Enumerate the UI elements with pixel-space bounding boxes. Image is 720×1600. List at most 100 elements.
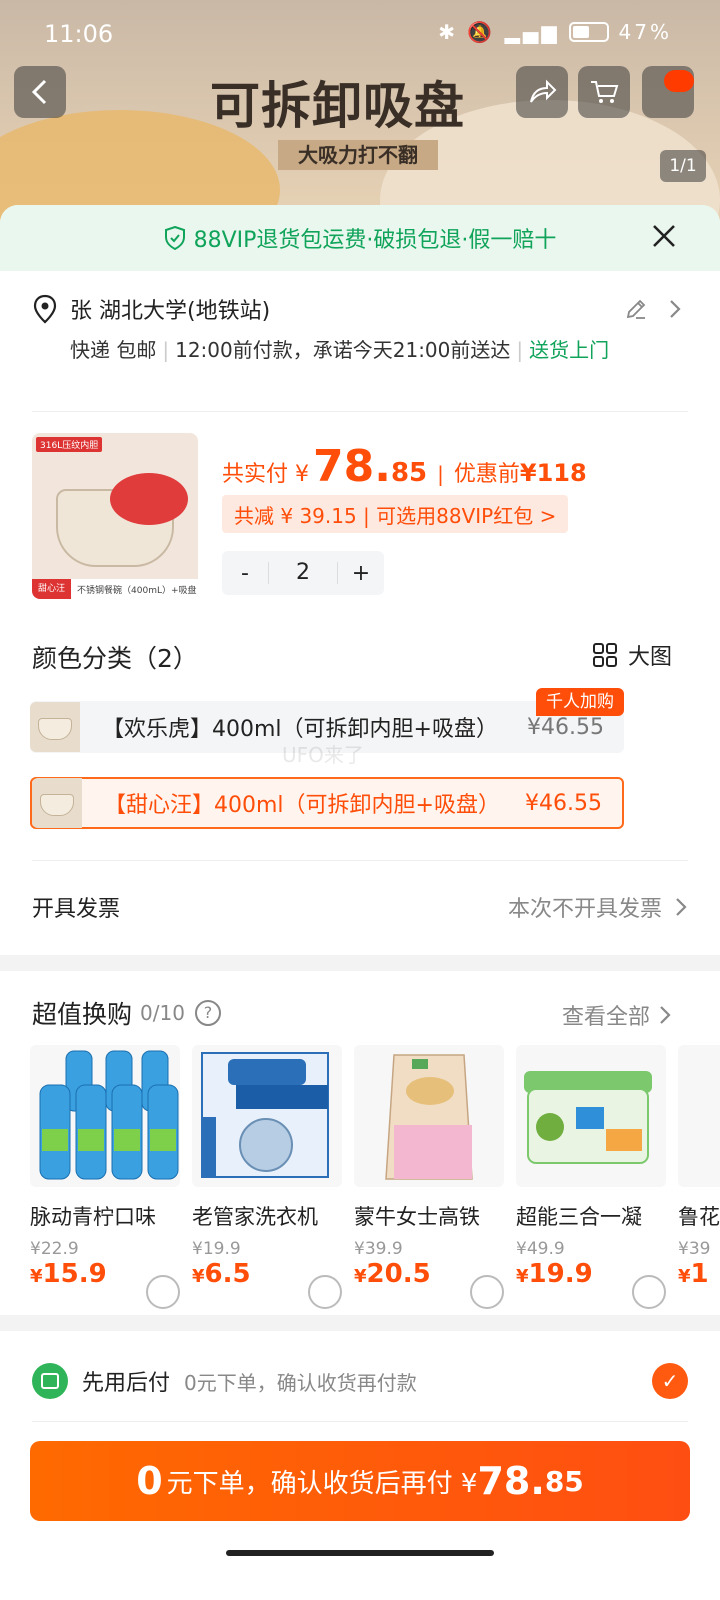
decrease-button[interactable]: -	[222, 561, 268, 586]
signal-icon: ▂▄▆	[504, 20, 560, 44]
deal-original-price: ¥39	[678, 1239, 711, 1259]
back-button[interactable]	[14, 66, 66, 118]
price-integer: 78.	[313, 441, 391, 492]
cart-button[interactable]	[578, 66, 630, 118]
price-decimal: 85	[390, 458, 428, 488]
divider	[32, 1421, 688, 1422]
option-price: ¥46.55	[525, 790, 602, 816]
deal-price: ¥1	[678, 1259, 720, 1289]
pay-later-row[interactable]: 先用后付 0元下单，确认收货再付款 ✓	[32, 1361, 688, 1401]
edit-icon[interactable]	[624, 297, 648, 321]
divider	[32, 860, 688, 861]
chevron-right-icon	[660, 1006, 671, 1024]
status-time: 11:06	[44, 20, 114, 48]
view-all-label: 查看全部	[561, 1005, 650, 1030]
mute-icon: 🔕	[467, 20, 496, 44]
deal-image-cleaner	[192, 1045, 342, 1187]
battery-percent: 47%	[618, 20, 672, 44]
deal-item[interactable]: 超能三合一凝 ¥49.9 ¥19.9	[516, 1045, 666, 1309]
quantity-value[interactable]: 2	[268, 562, 338, 584]
pay-label: 共实付 ¥	[222, 462, 309, 487]
location-pin-icon	[33, 294, 57, 324]
big-image-label: 大图	[627, 645, 672, 670]
bluetooth-icon: ✱	[438, 20, 459, 44]
discount-tag[interactable]: 共减 ¥ 39.15 | 可选用88VIP红包 >	[222, 495, 569, 533]
color-section-title: 颜色分类（2）	[32, 644, 198, 673]
status-icons: ✱ 🔕 ▂▄▆ 47%	[438, 20, 672, 44]
shield-check-icon	[164, 226, 185, 250]
help-icon[interactable]: ?	[194, 1000, 221, 1026]
pay-later-title: 先用后付	[82, 1371, 171, 1396]
home-indicator[interactable]	[226, 1550, 494, 1556]
big-image-toggle[interactable]: 大图	[592, 639, 672, 671]
chevron-right-icon	[676, 898, 687, 916]
divider	[32, 411, 688, 412]
deal-original-price: ¥22.9	[30, 1239, 79, 1259]
chevron-right-icon[interactable]	[668, 297, 682, 321]
deal-item[interactable]: 老管家洗衣机 ¥19.9 ¥6.5	[192, 1045, 342, 1309]
deals-count: 0/10	[140, 1001, 185, 1025]
invoice-value: 本次不开具发票	[507, 897, 662, 922]
shipping-method: 快递 包邮	[70, 338, 157, 362]
delivery-promise: 12:00前付款，承诺今天21:00前送达	[175, 338, 511, 362]
deal-original-price: ¥49.9	[516, 1239, 565, 1259]
deals-title: 超值换购	[32, 1000, 133, 1029]
deal-select-radio[interactable]	[632, 1275, 666, 1309]
cta-amount-decimal: 85	[544, 1464, 584, 1498]
currency: ¥	[192, 1266, 205, 1287]
deal-price-value: 19.9	[528, 1259, 593, 1289]
deal-price-value: 6.5	[204, 1259, 251, 1289]
deal-name: 老管家洗衣机	[192, 1205, 318, 1229]
option-price: ¥46.55	[527, 714, 604, 740]
product-thumbnail[interactable]: 316L压纹内胆 甜心汪 不锈钢餐碗（400mL）+吸盘	[32, 433, 198, 599]
deal-select-radio[interactable]	[470, 1275, 504, 1309]
invoice-row[interactable]: 开具发票 本次不开具发票	[32, 885, 688, 929]
deal-image-oil	[678, 1045, 720, 1187]
deal-image-milk-powder	[354, 1045, 504, 1187]
currency: ¥	[354, 1266, 367, 1287]
place-order-button[interactable]: 0 元下单，确认收货后再付 ¥ 78. 85	[30, 1441, 690, 1521]
deal-name: 超能三合一凝	[516, 1205, 642, 1229]
deal-price-value: 20.5	[366, 1259, 431, 1289]
vip-guarantee-bar: 88VIP退货包运费·破损包退·假一赔十	[0, 205, 720, 271]
deal-item[interactable]: 蒙牛女士高铁 ¥39.9 ¥20.5	[354, 1045, 504, 1309]
deal-name: 鲁花	[678, 1205, 720, 1229]
cta-zero: 0	[136, 1459, 163, 1503]
deal-price-value: 1	[690, 1259, 709, 1289]
cart-icon	[591, 81, 619, 103]
before-price: ¥118	[519, 459, 587, 487]
pay-later-subtitle: 0元下单，确认收货再付款	[184, 1370, 417, 1395]
purchase-sheet: 88VIP退货包运费·破损包退·假一赔十 张 湖北大学(地铁站) 快递 包邮 | 1…	[0, 205, 720, 1600]
grid-icon	[592, 643, 617, 667]
status-bar: 11:06 ✱ 🔕 ▂▄▆ 47%	[0, 0, 720, 66]
hero-title: 可拆卸吸盘	[210, 77, 465, 135]
view-all-link[interactable]: 查看全部	[562, 999, 672, 1031]
color-option-dog-selected[interactable]: 【甜心汪】400ml（可拆卸内胆+吸盘） ¥46.55	[30, 777, 624, 829]
address-name: 张 湖北大学(地铁站)	[70, 299, 271, 324]
chevron-left-icon	[31, 79, 47, 105]
before-label: 优惠前	[453, 462, 520, 487]
currency: ¥	[678, 1266, 691, 1287]
notification-badge	[664, 70, 694, 92]
deal-original-price: ¥39.9	[354, 1239, 403, 1259]
wallet-icon	[32, 1363, 68, 1399]
currency: ¥	[30, 1266, 43, 1287]
deal-select-radio[interactable]	[146, 1275, 180, 1309]
share-button[interactable]	[516, 66, 568, 118]
image-spec: 不锈钢餐碗（400mL）+吸盘	[77, 585, 197, 596]
close-icon[interactable]	[650, 222, 678, 250]
option-thumbnail	[30, 702, 80, 752]
share-icon	[530, 79, 557, 103]
address-section[interactable]: 张 湖北大学(地铁站) 快递 包邮 | 12:00前付款，承诺今天21:00前送达 |…	[32, 291, 688, 367]
invoice-label: 开具发票	[32, 897, 121, 922]
deal-item[interactable]: 鲁花 ¥39 ¥1	[678, 1045, 720, 1289]
watermark: UFO来了	[282, 743, 364, 767]
section-gap	[0, 955, 720, 971]
image-pager: 1/1	[660, 150, 706, 182]
deal-item[interactable]: 脉动青柠口味 ¥22.9 ¥15.9	[30, 1045, 180, 1309]
deal-name: 蒙牛女士高铁	[354, 1205, 480, 1229]
checkmark-icon[interactable]: ✓	[652, 1363, 688, 1399]
cta-amount: 78.	[477, 1459, 545, 1503]
deal-select-radio[interactable]	[308, 1275, 342, 1309]
increase-button[interactable]: +	[338, 561, 384, 586]
